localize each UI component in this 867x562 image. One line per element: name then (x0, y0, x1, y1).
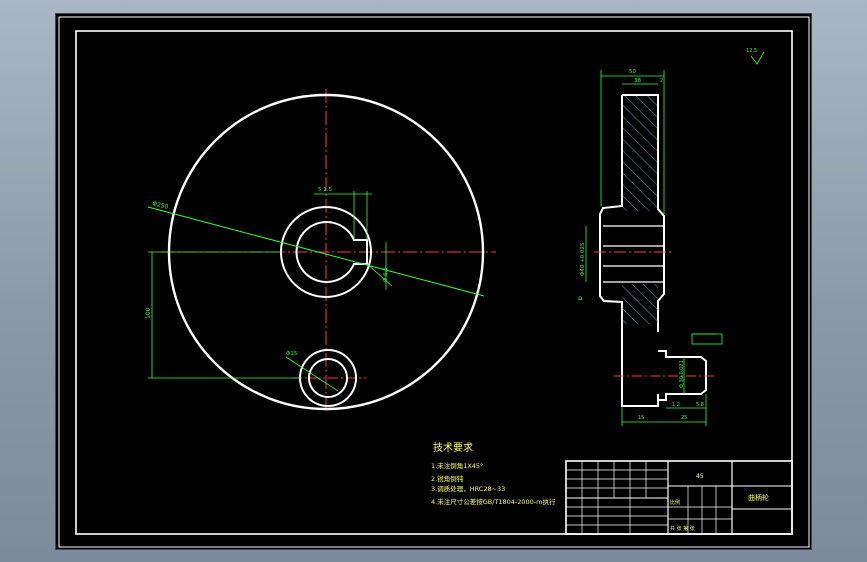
part-name-label: 曲柄轮 (748, 493, 769, 502)
drawing-viewport[interactable]: Φ250 5 1.5 Φ 6.5 100 Φ15 50 38 2 Φ40 +0.… (55, 13, 812, 550)
tech-req-title: 技术要求 (433, 441, 473, 454)
boss-tol-frame (691, 333, 723, 345)
drawing-canvas: Φ250 5 1.5 Φ 6.5 100 Φ15 50 38 2 Φ40 +0.… (58, 16, 810, 548)
side-section-view[interactable]: 50 38 2 Φ40 +0.025 ⌂ Φ 30 0.021 15 25 1.… (578, 48, 765, 426)
outer-diameter-label: Φ250 (152, 200, 170, 211)
side-width-rim-label: 38 (634, 78, 641, 84)
side-width-total-label: 50 (629, 69, 636, 75)
pin-offset-label: 100 (145, 307, 152, 319)
boss-web-label: 25 (681, 415, 687, 421)
datum-marker: ⌂ (578, 294, 582, 302)
sheet-label: 共 张 第 张 (670, 525, 695, 532)
tech-req-item-3: 3.调质处理，HRC28~33 (431, 484, 505, 493)
boss-step-a-label: 1.2 (672, 402, 680, 408)
pin-hole-label: Φ15 (286, 351, 298, 357)
tech-req-item-1: 1.未注倒角1X45° (431, 461, 483, 470)
scale-label: 比例 (670, 499, 680, 506)
material-label: 45 (696, 473, 704, 480)
side-edge-label: 2 (660, 78, 663, 84)
boss-length-label: 15 (638, 415, 644, 421)
technical-requirements: 技术要求 1.未注倒角1X45° 2.锐角倒钝 3.调质处理，HRC28~33 … (431, 441, 556, 506)
boss-step-b-label: 5.8 (696, 402, 704, 408)
front-view[interactable]: Φ250 5 1.5 Φ 6.5 100 Φ15 (145, 89, 496, 414)
keyway-width-label: 5 1.5 (318, 187, 332, 193)
section-hatch-upper (622, 95, 658, 211)
pin-hole-leader (285, 356, 339, 392)
hub-bore-label: Φ 6.5 (383, 267, 389, 282)
hub-bore-tol-label: Φ40 +0.025 (580, 242, 586, 276)
section-hatch-lower (622, 284, 658, 324)
tech-req-item-4: 4.未注尺寸公差按GB/T1804-2000-m执行 (431, 497, 556, 506)
roughness-value-label: 12.5 (746, 48, 757, 54)
tech-req-item-2: 2.锐角倒钝 (431, 474, 464, 483)
keyed-bore-outline (295, 221, 368, 283)
boss-diameter-label: Φ 30 0.021 (679, 360, 685, 388)
